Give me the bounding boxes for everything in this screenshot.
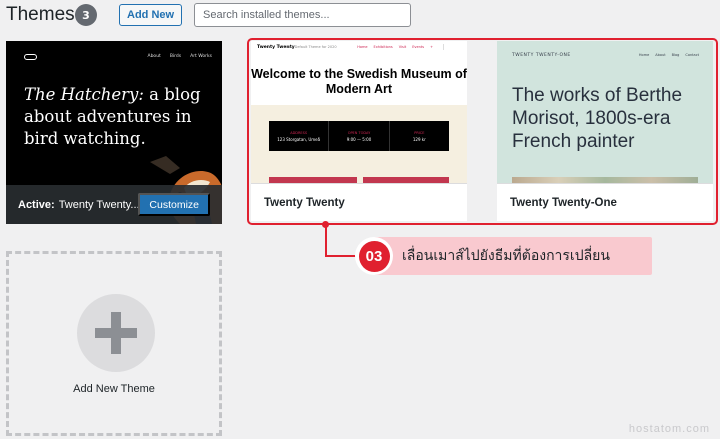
preview-info-cell: ADDRESS 123 Storgatan, Umeå [269, 121, 330, 151]
step-badge: 03 [355, 237, 393, 275]
theme-screenshot-twenty-twenty-one: TWENTY TWENTY-ONE Home About Blog Contac… [497, 41, 713, 183]
preview-info-band: ADDRESS 123 Storgatan, Umeå OPEN TODAY 9:0… [269, 121, 449, 151]
active-theme-bar: Active: Twenty Twenty... Customize [6, 185, 222, 224]
preview-menu-item: Contact [685, 53, 699, 57]
active-label: Active: [18, 198, 55, 211]
preview-menu-item: Home [357, 45, 368, 49]
preview-info-cell: PRICE 129 kr [390, 121, 449, 151]
preview-menu-item: Events [412, 45, 425, 49]
preview-desc: The Default Theme for 2020 [287, 45, 337, 49]
hatchery-logo-icon [24, 54, 37, 60]
preview-nav: About Birds Art Works [148, 54, 213, 59]
watermark: hostatom.com [628, 423, 710, 435]
add-new-theme-label: Add New Theme [73, 383, 155, 395]
step-number: 03 [358, 240, 390, 272]
preview-menu-item: Home [638, 53, 650, 57]
preview-menu-item: About [655, 53, 666, 57]
customize-button[interactable]: Customize [138, 193, 210, 216]
preview-nav-item: About [147, 54, 161, 59]
preview-menu-item: Exhibitions [373, 45, 393, 49]
search-input[interactable] [194, 3, 411, 27]
preview-headline: The Hatchery: a blog about adventures in… [24, 84, 214, 150]
preview-info-label: ADDRESS [290, 130, 308, 135]
preview-menu: Home About Blog Contact [639, 53, 699, 57]
preview-info-cell: OPEN TODAY 9:00 — 5:00 [329, 121, 390, 151]
preview-nav-item: Birds [169, 54, 182, 59]
preview-menu-item: + [430, 45, 433, 49]
preview-info-value: 123 Storgatan, Umeå [277, 136, 321, 142]
theme-name: Twenty Twenty-One [497, 183, 713, 221]
theme-card-twenty-twenty-one[interactable]: TWENTY TWENTY-ONE Home About Blog Contac… [497, 41, 713, 221]
callout-text: เลื่อนเมาส์ไปยังธีมที่ต้องการเปลี่ยน [402, 248, 610, 264]
preview-menu-item: Visit [398, 45, 407, 49]
theme-name: Twenty Twenty [251, 183, 467, 221]
preview-search-icon [443, 44, 461, 50]
connector-line [325, 227, 327, 256]
page-title: Themes [6, 4, 75, 25]
plus-icon [77, 294, 155, 372]
preview-nav-item: Art Works [190, 54, 212, 59]
preview-brand: TWENTY TWENTY-ONE [512, 53, 571, 58]
preview-info-label: OPEN TODAY [347, 130, 371, 135]
preview-menu-item: Blog [671, 53, 680, 57]
add-new-theme-tile[interactable]: Add New Theme [6, 251, 222, 436]
theme-card-twenty-twenty[interactable]: Twenty Twenty The Default Theme for 2020… [251, 41, 467, 221]
preview-info-value: 9:00 — 5:00 [346, 136, 372, 142]
preview-header: Twenty Twenty The Default Theme for 2020… [251, 41, 467, 105]
preview-info-label: PRICE [414, 130, 425, 135]
preview-headline-italic: The Hatchery: [24, 85, 144, 104]
preview-headline: The works of Berthe Morisot, 1800s-era F… [512, 85, 683, 152]
preview-info-value: 129 kr [412, 136, 426, 142]
add-new-button[interactable]: Add New [119, 4, 183, 26]
preview-menu: Home Exhibitions Visit Events + [357, 45, 433, 49]
theme-screenshot-hatchery: About Birds Art Works The Hatchery: a bl… [6, 41, 222, 224]
theme-card-active[interactable]: About Birds Art Works The Hatchery: a bl… [6, 41, 222, 224]
theme-screenshot-twenty-twenty: Twenty Twenty The Default Theme for 2020… [251, 41, 467, 183]
preview-headline: Welcome to the Swedish Museum of Modern … [251, 67, 467, 96]
active-theme-name: Twenty Twenty... [58, 198, 140, 211]
theme-count-badge: 3 [75, 4, 97, 26]
